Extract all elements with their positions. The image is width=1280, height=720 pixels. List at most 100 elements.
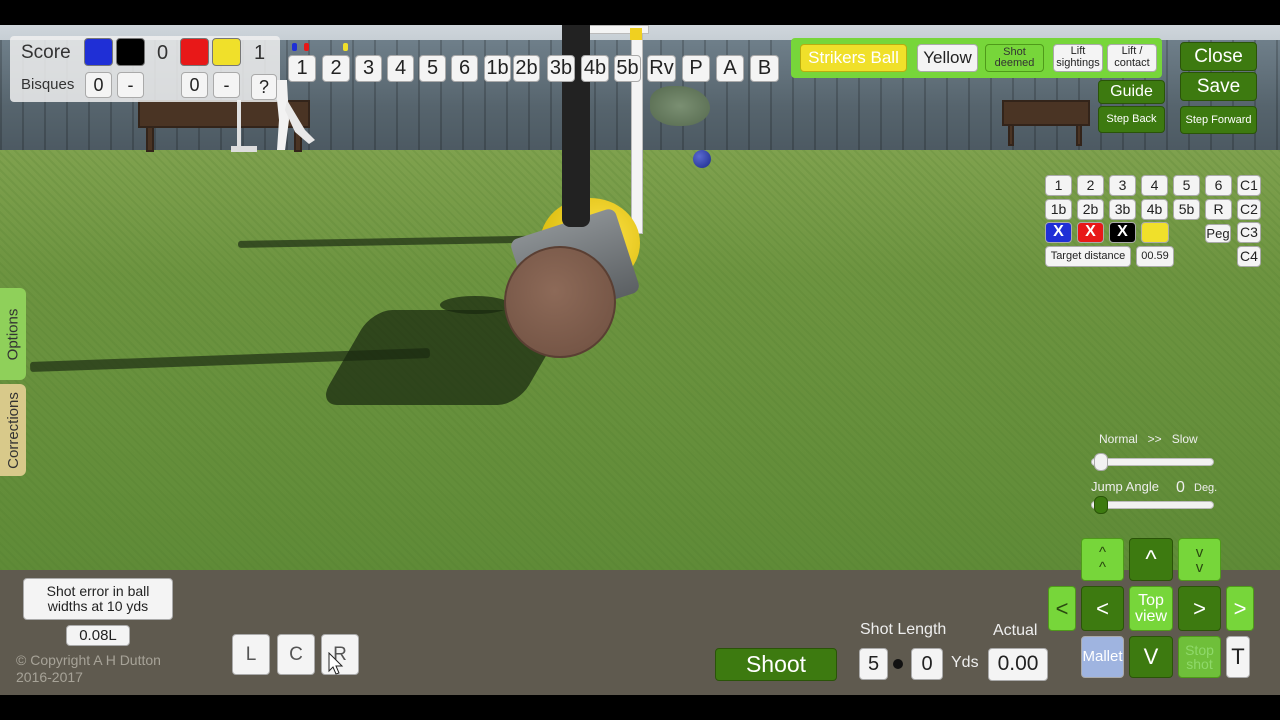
bench-right	[1002, 100, 1090, 126]
hoop-button-1b[interactable]: 1b	[484, 55, 511, 82]
speed-slider-track[interactable]	[1091, 458, 1214, 466]
target-1b[interactable]: 1b	[1045, 199, 1072, 220]
hoop-button-4b[interactable]: 4b	[581, 55, 609, 82]
hoop-button-5[interactable]: 5	[419, 55, 446, 82]
actual-label: Actual	[993, 622, 1038, 639]
shot-length-label: Shot Length	[860, 621, 947, 638]
target-c4[interactable]: C4	[1237, 246, 1261, 267]
copyright-text: © Copyright A H Dutton 2016-2017	[16, 652, 161, 685]
jump-angle-label: Jump Angle	[1091, 479, 1159, 494]
normal-slow-label: Normal >> Slow	[1099, 432, 1198, 446]
team1-ball-blue	[84, 38, 113, 66]
hoop-button-6[interactable]: 6	[451, 55, 478, 82]
bisques-label: Bisques	[21, 76, 75, 93]
stop-shot-button[interactable]: Stop shot	[1178, 636, 1221, 678]
target-distance-label: Target distance	[1045, 246, 1131, 267]
rotate-right-button[interactable]: >	[1178, 586, 1221, 631]
t-button[interactable]: T	[1226, 636, 1250, 678]
target-peg[interactable]: Peg	[1205, 224, 1231, 243]
yellow-ball-marker	[343, 43, 348, 51]
hoop-button-1[interactable]: 1	[288, 55, 316, 82]
hoop-button-5b[interactable]: 5b	[614, 55, 641, 82]
jump-angle-value: 0	[1176, 479, 1185, 496]
help-button[interactable]: ?	[251, 74, 277, 100]
target-6[interactable]: 6	[1205, 175, 1232, 196]
team2-bisque-minus-button[interactable]: -	[213, 72, 240, 98]
shot-deemed-button[interactable]: Shot deemed	[985, 44, 1044, 72]
target-distance-value: 00.59	[1136, 246, 1174, 267]
blue-ball-marker	[292, 43, 297, 51]
lift-contact-button[interactable]: Lift / contact	[1107, 44, 1157, 72]
team2-ball-yellow	[212, 38, 241, 66]
score-label: Score	[21, 42, 71, 63]
options-tab[interactable]: Options	[0, 288, 26, 380]
target-1[interactable]: 1	[1045, 175, 1072, 196]
camera-down-button[interactable]: V	[1129, 636, 1173, 678]
shot-length-yards[interactable]: 5	[859, 648, 888, 680]
striker-ball-name: Yellow	[917, 44, 978, 72]
target-4b[interactable]: 4b	[1141, 199, 1168, 220]
save-button[interactable]: Save	[1180, 72, 1257, 101]
hoop-button-b[interactable]: B	[750, 55, 779, 82]
corrections-tab[interactable]: Corrections	[0, 384, 26, 476]
mallet-view-button[interactable]: Mallet	[1081, 636, 1124, 678]
jump-angle-slider-track[interactable]	[1091, 501, 1214, 509]
camera-down-fast-button[interactable]: v v	[1178, 538, 1221, 581]
jump-angle-slider-knob[interactable]	[1094, 496, 1108, 514]
team2-ball-red	[180, 38, 209, 66]
target-5b[interactable]: 5b	[1173, 199, 1200, 220]
lift-sightings-button[interactable]: Lift sightings	[1053, 44, 1103, 72]
step-forward-button[interactable]: Step Forward	[1180, 106, 1257, 134]
target-3b[interactable]: 3b	[1109, 199, 1136, 220]
hoop-button-4[interactable]: 4	[387, 55, 414, 82]
rotate-left-button[interactable]: <	[1081, 586, 1124, 631]
camera-up-fast-button[interactable]: ^ ^	[1081, 538, 1124, 581]
hoop-button-a[interactable]: A	[716, 55, 744, 82]
hoop-clip	[630, 28, 642, 40]
target-3[interactable]: 3	[1109, 175, 1136, 196]
shot-length-separator-dot	[893, 659, 903, 669]
team1-score: 0	[157, 42, 169, 64]
target-c3[interactable]: C3	[1237, 222, 1261, 243]
target-c2[interactable]: C2	[1237, 199, 1261, 220]
team1-bisque-minus-button[interactable]: -	[117, 72, 144, 98]
rotate-right-fast-button[interactable]: >	[1226, 586, 1254, 631]
hoop-button-2[interactable]: 2	[322, 55, 350, 82]
hoop-button-3b[interactable]: 3b	[547, 55, 575, 82]
strikers-ball-button[interactable]: Strikers Ball	[800, 44, 907, 72]
shot-length-feet[interactable]: 0	[911, 648, 943, 680]
target-4[interactable]: 4	[1141, 175, 1168, 196]
target-2[interactable]: 2	[1077, 175, 1104, 196]
blue-ball	[693, 150, 711, 168]
team2-bisques-value: 0	[181, 72, 208, 98]
red-ball-marker	[304, 43, 309, 51]
game-viewport: Score 0 1 Bisques 0 - 0 - ? 1 2 3 4 5 6 1b 2b 3b…	[0, 0, 1280, 720]
team1-bisques-value: 0	[85, 72, 112, 98]
shot-error-label: Shot error in ball widths at 10 yds	[23, 578, 173, 620]
aim-left-button[interactable]: L	[232, 634, 270, 675]
hoop-button-2b[interactable]: 2b	[513, 55, 540, 82]
hoop-button-rv[interactable]: Rv	[647, 55, 676, 82]
target-r[interactable]: R	[1205, 199, 1232, 220]
target-yellow[interactable]	[1141, 222, 1169, 243]
target-2b[interactable]: 2b	[1077, 199, 1104, 220]
mouse-cursor-icon	[328, 652, 344, 675]
camera-up-button[interactable]: ^	[1129, 538, 1173, 581]
shot-error-value: 0.08L	[66, 625, 130, 646]
target-x-red[interactable]: X	[1077, 222, 1104, 243]
hoop-button-p[interactable]: P	[682, 55, 710, 82]
target-5[interactable]: 5	[1173, 175, 1200, 196]
target-x-blue[interactable]: X	[1045, 222, 1072, 243]
shoot-button[interactable]: Shoot	[715, 648, 837, 681]
target-x-black[interactable]: X	[1109, 222, 1136, 243]
top-view-button[interactable]: Top view	[1129, 586, 1173, 631]
close-button[interactable]: Close	[1180, 42, 1257, 71]
target-c1[interactable]: C1	[1237, 175, 1261, 196]
aim-center-button[interactable]: C	[277, 634, 315, 675]
hoop-button-3[interactable]: 3	[355, 55, 382, 82]
team2-score: 1	[254, 42, 266, 64]
speed-slider-knob[interactable]	[1094, 453, 1108, 471]
rotate-left-fast-button[interactable]: <	[1048, 586, 1076, 631]
step-back-button[interactable]: Step Back	[1098, 106, 1165, 133]
guide-button[interactable]: Guide	[1098, 80, 1165, 104]
